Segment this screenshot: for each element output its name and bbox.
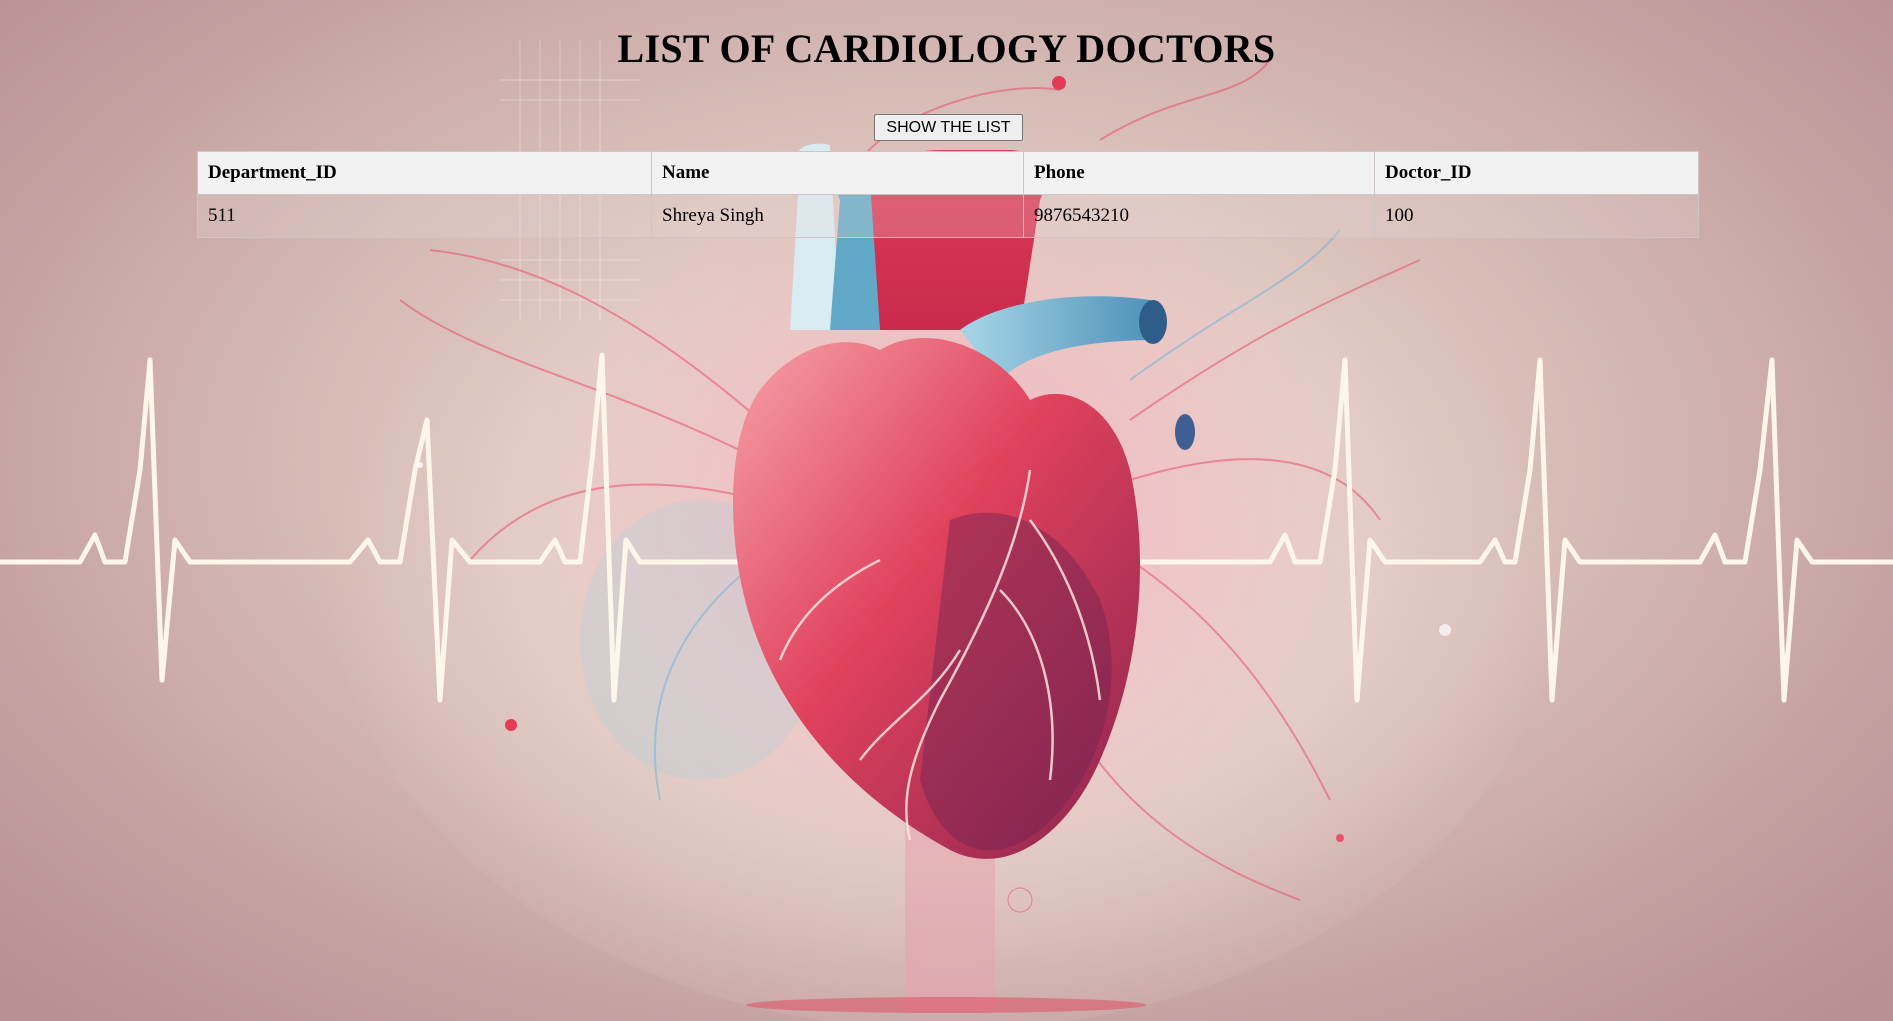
table-body: 511 Shreya Singh 9876543210 100: [197, 194, 1699, 238]
table-header-row: Department_ID Name Phone Doctor_ID: [197, 151, 1699, 195]
button-container: SHOW THE LIST: [0, 114, 1893, 141]
column-header-phone: Phone: [1023, 151, 1375, 195]
doctors-table: Department_ID Name Phone Doctor_ID 511 S…: [197, 151, 1699, 238]
column-header-department-id: Department_ID: [197, 151, 652, 195]
table-row: 511 Shreya Singh 9876543210 100: [197, 194, 1699, 238]
cell-phone: 9876543210: [1023, 194, 1375, 238]
show-list-button[interactable]: SHOW THE LIST: [874, 114, 1023, 141]
cell-department-id: 511: [197, 194, 652, 238]
cell-doctor-id: 100: [1374, 194, 1699, 238]
cell-name: Shreya Singh: [651, 194, 1024, 238]
column-header-doctor-id: Doctor_ID: [1374, 151, 1699, 195]
page-content: LIST OF CARDIOLOGY DOCTORS SHOW THE LIST…: [0, 0, 1893, 238]
page-title: LIST OF CARDIOLOGY DOCTORS: [617, 26, 1276, 71]
column-header-name: Name: [651, 151, 1024, 195]
doctors-table-container: Department_ID Name Phone Doctor_ID 511 S…: [197, 151, 1699, 238]
table-header: Department_ID Name Phone Doctor_ID: [197, 151, 1699, 195]
